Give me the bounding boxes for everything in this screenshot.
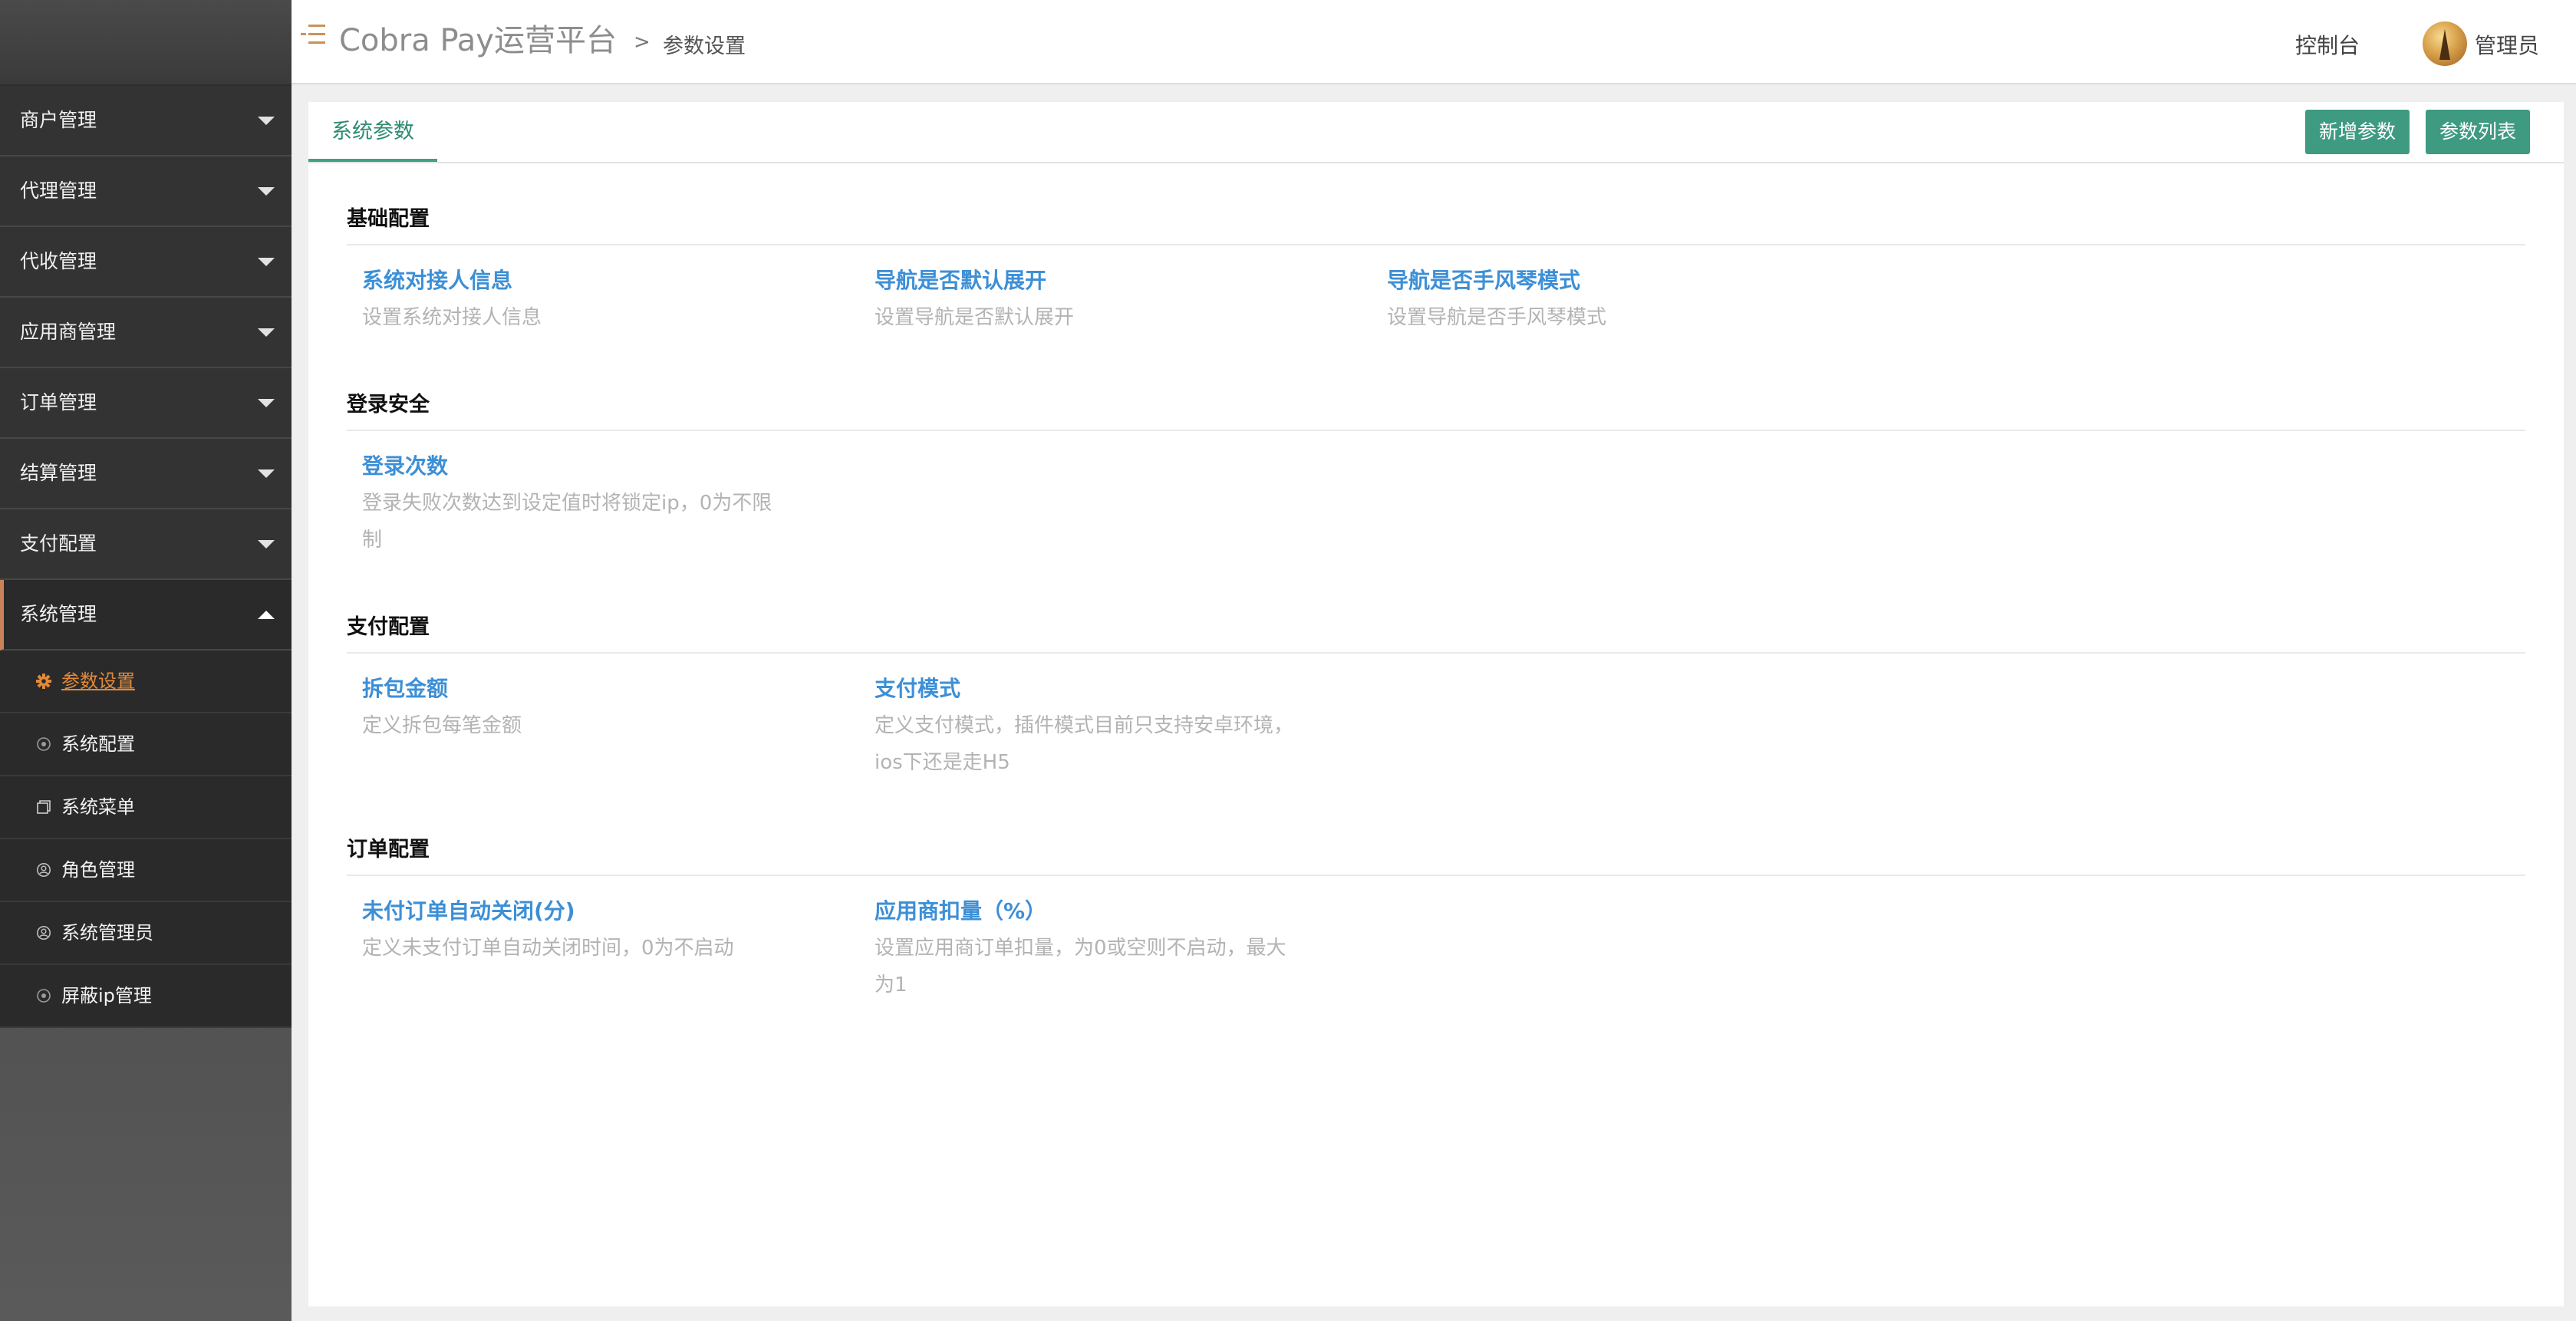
- sidebar-logo-area: [0, 0, 292, 86]
- sidebar-item-label: 应用商管理: [20, 321, 117, 343]
- caret-down-icon: [258, 328, 275, 337]
- param-item: 拆包金额 定义拆包每笔金额: [362, 672, 792, 744]
- param-item: 导航是否手风琴模式 设置导航是否手风琴模式: [1387, 264, 1817, 336]
- breadcrumb-current: 参数设置: [663, 35, 746, 58]
- user-name[interactable]: 管理员: [2475, 29, 2539, 60]
- param-description: 设置导航是否默认展开: [875, 306, 1075, 329]
- sidebar-item-label: 商户管理: [20, 109, 97, 131]
- param-title-link[interactable]: 导航是否手风琴模式: [1387, 264, 1817, 295]
- sidebar-item-label: 代理管理: [20, 180, 97, 202]
- param-title-link[interactable]: 拆包金额: [362, 672, 792, 703]
- circle-dot-icon: [35, 736, 52, 753]
- param-item: 登录次数 登录失败次数达到设定值时将锁定ip，0为不限制: [362, 450, 792, 558]
- sidebar-subitem-label: 参数设置: [61, 670, 135, 692]
- add-param-button[interactable]: 新增参数: [2305, 110, 2410, 154]
- sidebar-subitem-system-menu[interactable]: 系统菜单: [0, 776, 292, 839]
- circle-dot-icon: [35, 987, 52, 1004]
- sidebar-subitem-label: 系统菜单: [61, 796, 135, 818]
- param-item: 应用商扣量（%） 设置应用商订单扣量，为0或空则不启动，最大为1: [875, 894, 1304, 1003]
- section-title: 基础配置: [347, 202, 2525, 245]
- caret-down-icon: [258, 258, 275, 266]
- param-title-link[interactable]: 支付模式: [875, 672, 1304, 703]
- sidebar-item-merchant[interactable]: 商户管理: [0, 86, 292, 156]
- param-title-link[interactable]: 未付订单自动关闭(分): [362, 894, 792, 925]
- param-description: 登录失败次数达到设定值时将锁定ip，0为不限制: [362, 492, 772, 552]
- param-title-link[interactable]: 登录次数: [362, 450, 792, 480]
- caret-down-icon: [258, 469, 275, 478]
- sidebar-subitem-label: 屏蔽ip管理: [61, 985, 152, 1006]
- section-order-config: 订单配置 未付订单自动关闭(分) 定义未支付订单自动关闭时间，0为不启动 应用商…: [347, 832, 2525, 997]
- param-item: 导航是否默认展开 设置导航是否默认展开: [875, 264, 1304, 336]
- param-description: 定义支付模式，插件模式目前只支持安卓环境，ios下还是走H5: [875, 714, 1294, 774]
- console-link[interactable]: 控制台: [2295, 29, 2360, 60]
- gear-icon: [35, 673, 52, 690]
- sidebar-item-collection[interactable]: 代收管理: [0, 227, 292, 298]
- sidebar-item-agent[interactable]: 代理管理: [0, 156, 292, 227]
- sidebar: 商户管理 代理管理 代收管理 应用商管理 订单管理 结算管理 支付配置 系统管理…: [0, 0, 292, 1321]
- section-login-security: 登录安全 登录次数 登录失败次数达到设定值时将锁定ip，0为不限制: [347, 387, 2525, 552]
- caret-down-icon: [258, 187, 275, 196]
- tab-bar: 系统参数 新增参数 参数列表: [308, 102, 2564, 163]
- param-list-button[interactable]: 参数列表: [2426, 110, 2531, 154]
- sidebar-subitem-label: 系统配置: [61, 733, 135, 755]
- sidebar-item-settlement[interactable]: 结算管理: [0, 439, 292, 509]
- sidebar-item-app-vendor[interactable]: 应用商管理: [0, 298, 292, 368]
- param-description: 定义未支付订单自动关闭时间，0为不启动: [362, 937, 734, 960]
- sidebar-item-label: 系统管理: [20, 603, 97, 625]
- menu-toggle-icon[interactable]: [301, 25, 325, 44]
- section-title: 订单配置: [347, 832, 2525, 876]
- top-header: Cobra Pay运营平台 > 参数设置 控制台 管理员: [292, 0, 2576, 84]
- sidebar-subitem-blocked-ip[interactable]: 屏蔽ip管理: [0, 965, 292, 1028]
- param-item: 支付模式 定义支付模式，插件模式目前只支持安卓环境，ios下还是走H5: [875, 672, 1304, 781]
- caret-up-icon: [258, 611, 275, 619]
- sidebar-item-label: 订单管理: [20, 391, 97, 413]
- sidebar-subitem-admins[interactable]: 系统管理员: [0, 902, 292, 965]
- section-title: 支付配置: [347, 610, 2525, 654]
- sidebar-item-label: 代收管理: [20, 250, 97, 272]
- param-description: 设置应用商订单扣量，为0或空则不启动，最大为1: [875, 937, 1286, 997]
- param-title-link[interactable]: 系统对接人信息: [362, 264, 792, 295]
- param-item: 未付订单自动关闭(分) 定义未支付订单自动关闭时间，0为不启动: [362, 894, 792, 967]
- section-title: 登录安全: [347, 387, 2525, 431]
- caret-down-icon: [258, 540, 275, 548]
- param-description: 定义拆包每笔金额: [362, 714, 522, 737]
- param-description: 设置系统对接人信息: [362, 306, 542, 329]
- param-description: 设置导航是否手风琴模式: [1387, 306, 1607, 329]
- param-title-link[interactable]: 导航是否默认展开: [875, 264, 1304, 295]
- user-circle-icon: [35, 861, 52, 878]
- main-card: 系统参数 新增参数 参数列表 基础配置 系统对接人信息 设置系统对接人信息 导航…: [308, 102, 2564, 1306]
- user-circle-icon: [35, 924, 52, 941]
- sidebar-item-payment-config[interactable]: 支付配置: [0, 509, 292, 580]
- sidebar-submenu: 参数设置 系统配置 系统菜单 角色管理 系统管理员 屏蔽ip管理: [0, 651, 292, 1028]
- sidebar-subitem-params[interactable]: 参数设置: [0, 651, 292, 713]
- caret-down-icon: [258, 117, 275, 125]
- sidebar-subitem-system-config[interactable]: 系统配置: [0, 713, 292, 776]
- caret-down-icon: [258, 399, 275, 407]
- app-title: Cobra Pay运营平台: [339, 23, 617, 58]
- param-item: 系统对接人信息 设置系统对接人信息: [362, 264, 792, 336]
- sidebar-item-system[interactable]: 系统管理: [0, 580, 292, 651]
- sidebar-item-orders[interactable]: 订单管理: [0, 368, 292, 439]
- avatar[interactable]: [2423, 21, 2467, 66]
- breadcrumb-separator: >: [634, 31, 651, 54]
- sidebar-item-label: 支付配置: [20, 532, 97, 555]
- window-icon: [35, 799, 52, 815]
- sidebar-subitem-roles[interactable]: 角色管理: [0, 839, 292, 902]
- sidebar-subitem-label: 系统管理员: [61, 922, 153, 944]
- section-basic-config: 基础配置 系统对接人信息 设置系统对接人信息 导航是否默认展开 设置导航是否默认…: [347, 202, 2525, 329]
- sidebar-subitem-label: 角色管理: [61, 859, 135, 881]
- param-title-link[interactable]: 应用商扣量（%）: [875, 894, 1304, 925]
- sidebar-item-label: 结算管理: [20, 462, 97, 484]
- tab-system-params[interactable]: 系统参数: [308, 102, 437, 162]
- section-payment-config: 支付配置 拆包金额 定义拆包每笔金额 支付模式 定义支付模式，插件模式目前只支持…: [347, 610, 2525, 774]
